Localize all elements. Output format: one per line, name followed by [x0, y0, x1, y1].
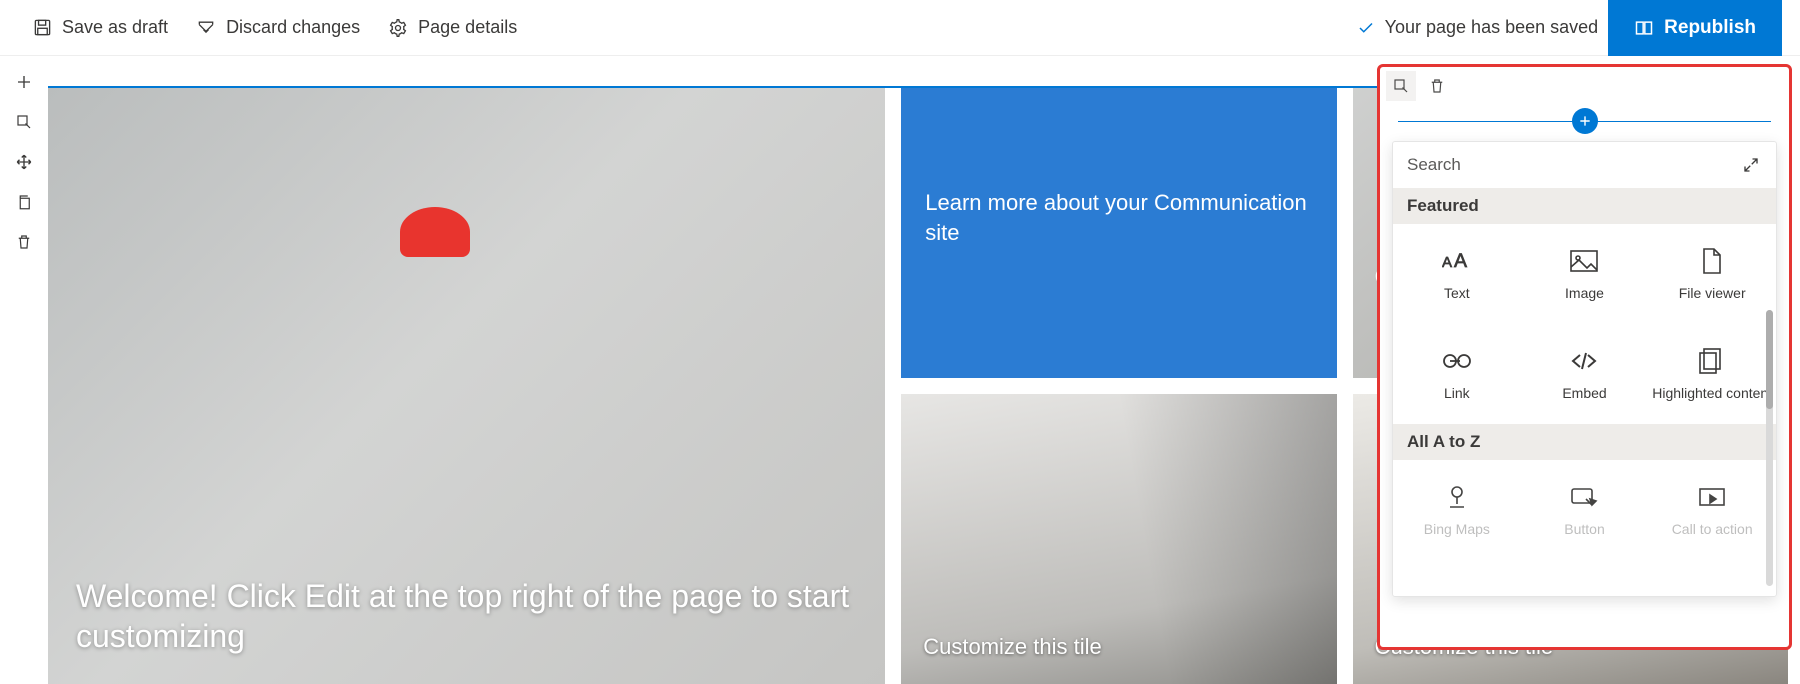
- webpart-image-label: Image: [1565, 285, 1604, 301]
- webpart-embed[interactable]: Embed: [1521, 324, 1649, 424]
- map-pin-icon: [1441, 483, 1473, 511]
- webpart-button[interactable]: Button: [1521, 460, 1649, 560]
- webpart-call-to-action[interactable]: Call to action: [1648, 460, 1776, 560]
- webpart-bing-maps[interactable]: Bing Maps: [1393, 460, 1521, 560]
- discard-label: Discard changes: [226, 17, 360, 38]
- delete-section-button[interactable]: [8, 228, 40, 256]
- text-icon: AA: [1441, 247, 1473, 275]
- webpart-image[interactable]: Image: [1521, 224, 1649, 324]
- republish-button[interactable]: Republish: [1608, 0, 1782, 56]
- duplicate-section-button[interactable]: [8, 188, 40, 216]
- move-section-button[interactable]: [8, 148, 40, 176]
- highlighted-icon: [1696, 347, 1728, 375]
- svg-text:A: A: [1442, 254, 1452, 271]
- all-header: All A to Z: [1393, 424, 1776, 460]
- webpart-text[interactable]: AA Text: [1393, 224, 1521, 324]
- webpart-button-label: Button: [1564, 521, 1604, 537]
- discard-icon: [196, 18, 216, 38]
- customize-tile-2-caption: Customize this tile: [923, 633, 1102, 662]
- link-icon: [1441, 347, 1473, 375]
- webpart-text-label: Text: [1444, 285, 1470, 301]
- republish-icon: [1634, 18, 1654, 38]
- webpart-file-viewer[interactable]: File viewer: [1648, 224, 1776, 324]
- save-as-draft-button[interactable]: Save as draft: [18, 11, 182, 44]
- discard-changes-button[interactable]: Discard changes: [182, 11, 374, 44]
- edit-section-button[interactable]: [8, 108, 40, 136]
- hero-caption: Welcome! Click Edit at the top right of …: [76, 576, 885, 656]
- panel-delete-button[interactable]: [1422, 71, 1452, 101]
- webpart-link-label: Link: [1444, 385, 1470, 401]
- details-label: Page details: [418, 17, 517, 38]
- add-section-button[interactable]: [8, 68, 40, 96]
- republish-label: Republish: [1664, 17, 1756, 39]
- webpart-panel: Search Featured AA Text Image File viewe…: [1377, 64, 1792, 650]
- webpart-bingmaps-label: Bing Maps: [1424, 521, 1490, 537]
- page-details-button[interactable]: Page details: [374, 11, 531, 44]
- save-icon: [32, 18, 52, 38]
- webpart-highlighted-label: Highlighted content: [1652, 385, 1772, 401]
- saved-status: Your page has been saved: [1357, 17, 1609, 38]
- webpart-embed-label: Embed: [1562, 385, 1606, 401]
- webpart-highlighted-content[interactable]: Highlighted content: [1648, 324, 1776, 424]
- saved-label: Your page has been saved: [1385, 17, 1599, 38]
- button-icon: [1568, 483, 1600, 511]
- svg-text:A: A: [1454, 250, 1467, 272]
- gear-icon: [388, 18, 408, 38]
- embed-icon: [1568, 347, 1600, 375]
- search-input[interactable]: Search: [1407, 155, 1461, 175]
- learn-more-tile[interactable]: Learn more about your Communication site: [901, 88, 1336, 378]
- webpart-cta-label: Call to action: [1672, 521, 1753, 537]
- webpart-link[interactable]: Link: [1393, 324, 1521, 424]
- panel-scrollbar[interactable]: [1766, 310, 1773, 586]
- featured-header: Featured: [1393, 188, 1776, 224]
- hero-tile[interactable]: Welcome! Click Edit at the top right of …: [48, 88, 885, 684]
- expand-icon[interactable]: [1740, 154, 1762, 176]
- cta-icon: [1696, 483, 1728, 511]
- check-icon: [1357, 19, 1375, 37]
- save-label: Save as draft: [62, 17, 168, 38]
- panel-edit-button[interactable]: [1386, 71, 1416, 101]
- file-icon: [1696, 247, 1728, 275]
- image-icon: [1568, 247, 1600, 275]
- webpart-file-label: File viewer: [1679, 285, 1746, 301]
- learn-more-caption: Learn more about your Communication site: [925, 188, 1336, 247]
- add-webpart-button[interactable]: [1572, 108, 1598, 134]
- add-webpart-divider: [1380, 107, 1789, 135]
- customize-tile-2[interactable]: Customize this tile: [901, 394, 1336, 684]
